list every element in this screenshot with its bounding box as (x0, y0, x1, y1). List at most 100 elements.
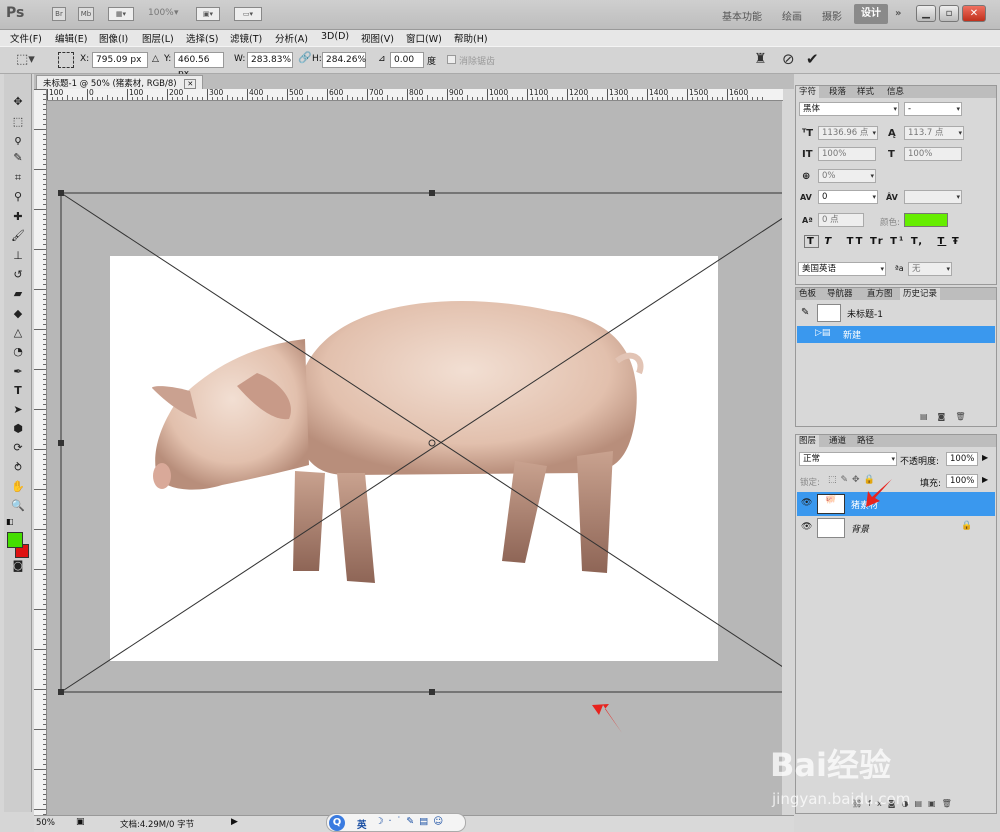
status-menu-arrow-icon[interactable]: ▶ (231, 817, 238, 827)
superscript-button[interactable]: T¹ (890, 236, 905, 247)
marquee-tool-icon[interactable]: ⬚ (9, 114, 27, 130)
layer-row[interactable]: 👁 背景 🔒 (797, 517, 995, 539)
x-field[interactable]: 795.09 px (92, 52, 148, 68)
quick-select-tool-icon[interactable]: ✎ (9, 150, 27, 166)
faux-bold-button[interactable]: T (804, 235, 819, 248)
eraser-tool-icon[interactable]: ▰ (9, 286, 27, 302)
canvas-area[interactable] (47, 101, 782, 815)
commit-transform-icon[interactable]: ✔ (806, 50, 819, 68)
menu-window[interactable]: 窗口(W) (406, 31, 442, 45)
history-panel-buttons[interactable]: ▤◙🗑 (920, 412, 975, 421)
tab-history[interactable]: 历史记录 (900, 288, 941, 300)
healing-brush-tool-icon[interactable]: ✚ (9, 209, 27, 225)
crop-tool-icon[interactable]: ⌗ (9, 170, 27, 186)
tab-channels[interactable]: 通道 (826, 435, 849, 447)
close-document-icon[interactable]: ✕ (184, 79, 197, 89)
workspace-design[interactable]: 设计 (854, 4, 888, 24)
type-tool-icon[interactable]: T (9, 383, 27, 399)
pen-tool-icon[interactable]: ✒ (9, 364, 27, 380)
menu-edit[interactable]: 编辑(E) (55, 31, 87, 45)
close-button[interactable]: ✕ (962, 5, 986, 22)
arrange-documents-icon[interactable]: ▣▾ (196, 7, 220, 21)
quick-mask-icon[interactable]: ◙ (9, 558, 27, 574)
screen-mode-icon[interactable]: ▭▾ (234, 7, 262, 21)
workspace-essentials[interactable]: 基本功能 (722, 8, 762, 23)
minimize-button[interactable]: ▁ (916, 5, 936, 22)
tab-paragraph[interactable]: 段落 (826, 86, 849, 98)
document-tab[interactable]: 未标题-1 @ 50% (猪素材, RGB/8) ✕ (36, 75, 204, 89)
paint-bucket-tool-icon[interactable]: ◆ (9, 306, 27, 322)
blend-mode-select[interactable]: 正常 ▾ (799, 452, 897, 466)
antialias-checkbox[interactable] (447, 55, 456, 64)
menu-view[interactable]: 视图(V) (361, 31, 394, 45)
ime-tool-icons[interactable]: ☽·˙✎▤☺ (375, 816, 448, 827)
path-selection-tool-icon[interactable]: ➤ (9, 402, 27, 418)
tab-swatches[interactable]: 色板 (796, 288, 819, 300)
tab-character[interactable]: 字符 (796, 86, 820, 98)
ime-language[interactable]: 英 (357, 817, 367, 831)
width-field[interactable]: 283.83% (247, 52, 293, 68)
strikethrough-button[interactable]: Ŧ (952, 236, 961, 247)
menu-help[interactable]: 帮助(H) (454, 31, 488, 45)
menu-image[interactable]: 图像(I) (99, 31, 128, 45)
zoom-level[interactable]: 100% (148, 8, 174, 18)
opacity-arrow-icon[interactable]: ▶ (982, 453, 988, 462)
reference-point-icon[interactable] (58, 52, 74, 68)
antialias-select[interactable]: 无 ▾ (908, 262, 952, 276)
workspace-painting[interactable]: 绘画 (782, 8, 802, 23)
move-tool-icon[interactable]: ✥ (9, 94, 27, 110)
bridge-icon[interactable]: Br (52, 7, 66, 21)
clone-stamp-tool-icon[interactable]: ⊥ (9, 248, 27, 264)
minibridge-icon[interactable]: Mb (78, 7, 94, 21)
all-caps-button[interactable]: TT (847, 236, 865, 247)
menu-analysis[interactable]: 分析(A) (275, 31, 308, 45)
tab-paths[interactable]: 路径 (854, 435, 877, 447)
eye-icon[interactable]: 👁 (801, 522, 812, 532)
font-family-select[interactable]: 黑体 ▾ (799, 102, 899, 116)
dodge-tool-icon[interactable]: ◔ (9, 344, 27, 360)
3d-orbit-tool-icon[interactable]: ⥁ (9, 460, 27, 476)
shape-tool-icon[interactable]: ⬢ (9, 421, 27, 437)
font-size-field[interactable]: 1136.96 点 ▾ (818, 126, 878, 140)
zoom-dropdown-icon[interactable]: ▾ (174, 8, 179, 18)
default-colors-icon[interactable]: ◧ (6, 517, 14, 526)
fill-field[interactable]: 100% (946, 474, 978, 488)
layer-name[interactable]: 背景 (851, 522, 869, 535)
history-brush-tool-icon[interactable]: ↺ (9, 267, 27, 283)
underline-button[interactable]: T (938, 236, 947, 247)
baseline-shift-field[interactable]: 0 点 (818, 213, 864, 227)
zoom-tool-icon[interactable]: 🔍 (9, 498, 27, 514)
tab-navigator[interactable]: 导航器 (824, 288, 856, 300)
menu-3d[interactable]: 3D(D) (321, 31, 349, 42)
history-snapshot[interactable]: ✎ 未标题-1 (797, 303, 995, 324)
status-zoom[interactable]: 50% (36, 818, 55, 828)
kerning-field[interactable]: ▾ (904, 190, 962, 204)
canvas-svg[interactable] (47, 101, 782, 815)
tracking-field[interactable]: 0 ▾ (818, 190, 878, 204)
tab-info[interactable]: 信息 (884, 86, 907, 98)
maximize-button[interactable]: ▫ (939, 5, 959, 22)
view-extras-icon[interactable]: ▦▾ (108, 7, 134, 21)
brush-tool-icon[interactable]: 🖌 (9, 228, 27, 244)
foreground-color-swatch[interactable] (7, 532, 23, 548)
faux-italic-button[interactable]: T (824, 236, 833, 247)
vertical-scale-field[interactable]: 100% (818, 147, 876, 161)
eyedropper-tool-icon[interactable]: ⚲ (9, 189, 27, 205)
blur-tool-icon[interactable]: △ (9, 325, 27, 341)
ime-logo-icon[interactable]: Q (329, 815, 345, 831)
hand-tool-icon[interactable]: ✋ (9, 479, 27, 495)
subscript-button[interactable]: T, (911, 236, 924, 247)
height-field[interactable]: 284.26% (322, 52, 366, 68)
workspace-more-icon[interactable]: » (895, 8, 901, 19)
opacity-field[interactable]: 100% (946, 452, 978, 466)
tab-layers[interactable]: 图层 (796, 435, 820, 447)
menu-select[interactable]: 选择(S) (186, 31, 218, 45)
font-style-select[interactable]: - ▾ (904, 102, 962, 116)
layer-row[interactable]: 👁 🐖 猪素材 (797, 492, 995, 516)
lasso-tool-icon[interactable]: ϙ (9, 132, 27, 148)
angle-field[interactable]: 0.00 (390, 52, 424, 68)
leading-field[interactable]: 113.7 点 ▾ (904, 126, 964, 140)
horizontal-scale-field[interactable]: 100% (904, 147, 962, 161)
small-caps-button[interactable]: Tr (870, 236, 885, 247)
warp-icon[interactable]: ♜ (754, 51, 767, 67)
